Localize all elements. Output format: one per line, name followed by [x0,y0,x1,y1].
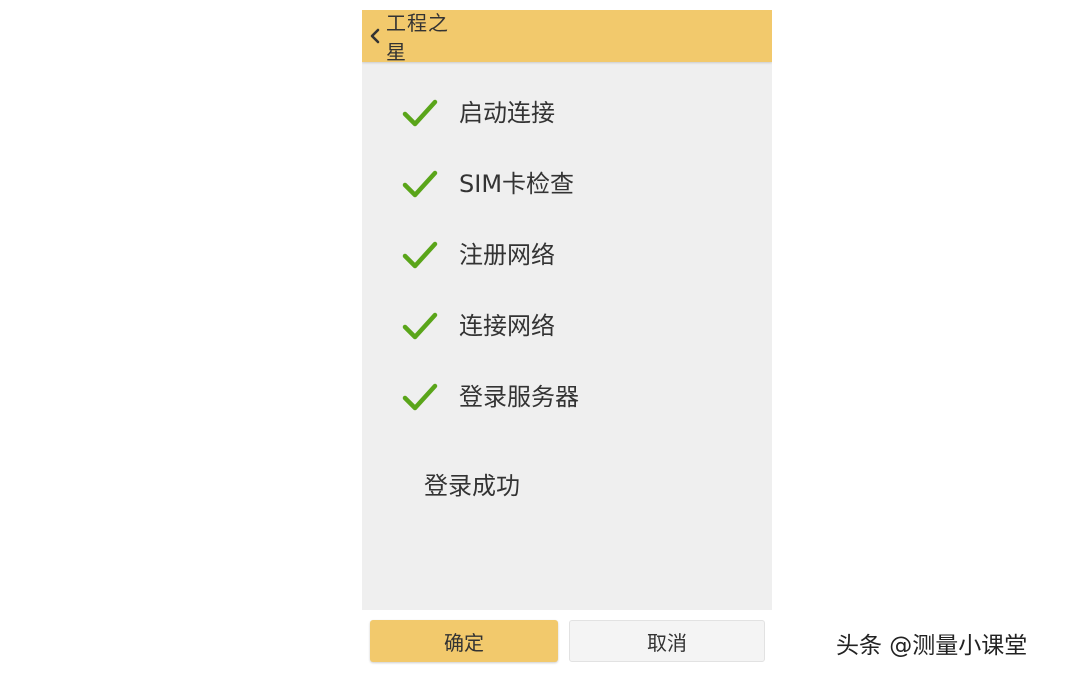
step-label: SIM卡检查 [459,170,575,198]
list-item-step-connect-network: 连接网络 [362,290,772,361]
check-icon [402,239,438,271]
watermark-text: 头条 @测量小课堂 [836,633,1028,659]
check-icon [402,97,438,129]
check-icon [402,310,438,342]
step-label: 注册网络 [459,241,555,269]
phone-screen: 工程之星 启动连接 SIM卡检查 注册网络 连接网络 登录服务器 登录成功 确定… [362,10,772,670]
step-label: 启动连接 [459,99,555,127]
list-item-step-start-connect: 启动连接 [362,77,772,148]
chevron-left-icon [366,27,384,45]
cancel-button[interactable]: 取消 [569,620,765,662]
list-item-step-sim-check: SIM卡检查 [362,148,772,219]
login-result-text: 登录成功 [424,472,520,500]
list-item-step-login-server: 登录服务器 [362,361,772,432]
confirm-button[interactable]: 确定 [370,620,558,662]
check-icon [402,168,438,200]
footer-bar: 确定 取消 [362,610,772,670]
page-title: 工程之星 [386,11,449,64]
list-item-step-register-network: 注册网络 [362,219,772,290]
step-list: 启动连接 SIM卡检查 注册网络 连接网络 登录服务器 [362,77,772,432]
step-label: 连接网络 [459,312,555,340]
step-label: 登录服务器 [459,383,579,411]
check-icon [402,381,438,413]
page: 工程之星 启动连接 SIM卡检查 注册网络 连接网络 登录服务器 登录成功 确定… [0,0,1080,681]
app-header: 工程之星 [362,10,772,64]
back-button[interactable]: 工程之星 [366,11,466,64]
